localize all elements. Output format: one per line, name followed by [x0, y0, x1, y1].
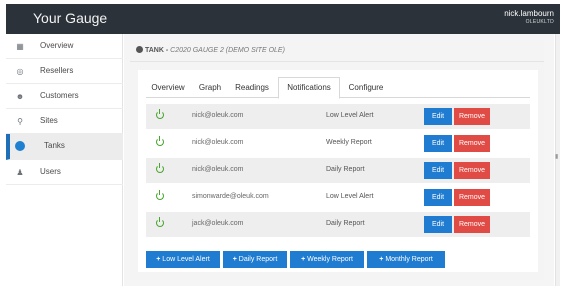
gear-icon [136, 46, 143, 53]
sidebar-item-label: Users [40, 167, 61, 176]
edit-button[interactable]: Edit [424, 135, 452, 152]
sidebar-item-users[interactable]: ♟ Users [6, 160, 123, 185]
notification-row: nick@oleuk.com Low Level Alert Edit Remo… [146, 104, 530, 129]
button-label: Daily Report [238, 256, 278, 263]
remove-button[interactable]: Remove [454, 162, 490, 179]
tank-header: TANK - C2020 GAUGE 2 (DEMO SITE OLE) [130, 40, 544, 62]
tab-content: Overview Graph Readings Notifications Co… [138, 70, 538, 272]
notification-type: Weekly Report [326, 139, 372, 146]
notification-row: nick@oleuk.com Weekly Report Edit Remove [146, 131, 530, 156]
notification-row: nick@oleuk.com Daily Report Edit Remove [146, 158, 530, 183]
user-name[interactable]: nick.lambourn [504, 9, 554, 18]
sidebar-item-label: Tanks [44, 141, 65, 150]
remove-button[interactable]: Remove [454, 108, 490, 125]
tab-notifications[interactable]: Notifications [278, 77, 340, 99]
power-icon[interactable] [156, 136, 164, 146]
notification-email: simonwarde@oleuk.com [192, 193, 269, 200]
page-scrollbar[interactable] [555, 34, 560, 286]
notification-type: Low Level Alert [326, 112, 374, 119]
sidebar-item-resellers[interactable]: ◎ Resellers [6, 59, 123, 84]
add-weekly-report-button[interactable]: + Weekly Report [290, 251, 364, 268]
tank-name: C2020 GAUGE 2 (DEMO SITE OLE) [170, 47, 285, 54]
notification-row: simonwarde@oleuk.com Low Level Alert Edi… [146, 185, 530, 210]
sidebar-item-label: Resellers [40, 66, 74, 75]
notification-email: nick@oleuk.com [192, 112, 244, 119]
user-icon: ♟ [16, 167, 24, 177]
sidebar-item-customers[interactable]: ☻ Customers [6, 84, 123, 109]
add-low-level-alert-button[interactable]: + Low Level Alert [146, 251, 220, 268]
scroll-indicator-icon: ▮ [555, 154, 559, 160]
button-label: Monthly Report [385, 256, 433, 263]
sidebar-item-tanks[interactable]: Tanks [6, 134, 123, 160]
notification-email: nick@oleuk.com [192, 166, 244, 173]
button-label: Weekly Report [307, 256, 353, 263]
map-marker-icon: ⚲ [17, 116, 23, 126]
plus-icon: + [232, 256, 237, 263]
plus-icon: + [379, 256, 384, 263]
tab-readings[interactable]: Readings [230, 78, 274, 98]
plus-icon: + [156, 256, 161, 263]
users-icon: ☻ [15, 91, 25, 101]
notification-row: jack@oleuk.com Daily Report Edit Remove [146, 212, 530, 237]
sidebar-item-sites[interactable]: ⚲ Sites [6, 109, 123, 134]
power-icon[interactable] [156, 163, 164, 173]
globe-icon: ◎ [16, 66, 24, 76]
edit-button[interactable]: Edit [424, 108, 452, 125]
tab-overview[interactable]: Overview [146, 78, 190, 98]
plus-icon: + [301, 256, 306, 263]
edit-button[interactable]: Edit [424, 162, 452, 179]
tab-bar: Overview Graph Readings Notifications Co… [146, 76, 530, 99]
user-org: OLEUKLTD [525, 19, 554, 25]
sidebar: ▦ Overview ◎ Resellers ☻ Customers ⚲ Sit… [6, 34, 123, 286]
tank-panel: TANK - C2020 GAUGE 2 (DEMO SITE OLE) Ove… [130, 40, 544, 280]
sidebar-item-overview[interactable]: ▦ Overview [6, 34, 123, 59]
notification-type: Daily Report [326, 220, 365, 227]
power-icon[interactable] [156, 190, 164, 200]
app-title: Your Gauge [33, 10, 108, 26]
top-bar: Your Gauge nick.lambourn OLEUKLTD [6, 4, 560, 34]
main-content: TANK - C2020 GAUGE 2 (DEMO SITE OLE) Ove… [124, 34, 554, 286]
edit-button[interactable]: Edit [424, 216, 452, 233]
sidebar-item-label: Overview [40, 41, 74, 50]
dashboard-icon: ▦ [16, 41, 24, 51]
sidebar-item-label: Sites [40, 116, 58, 125]
button-label: Low Level Alert [162, 256, 210, 263]
remove-button[interactable]: Remove [454, 135, 490, 152]
notification-type: Daily Report [326, 166, 365, 173]
notification-type: Low Level Alert [326, 193, 374, 200]
tank-icon [14, 140, 26, 152]
tank-title: TANK - C2020 GAUGE 2 (DEMO SITE OLE) [136, 46, 285, 54]
power-icon[interactable] [156, 217, 164, 227]
tab-graph[interactable]: Graph [194, 78, 226, 98]
tab-configure[interactable]: Configure [344, 78, 388, 98]
remove-button[interactable]: Remove [454, 216, 490, 233]
power-icon[interactable] [156, 109, 164, 119]
sidebar-item-label: Customers [40, 91, 79, 100]
tank-prefix: TANK - [145, 47, 171, 54]
edit-button[interactable]: Edit [424, 189, 452, 206]
add-daily-report-button[interactable]: + Daily Report [223, 251, 287, 268]
remove-button[interactable]: Remove [454, 189, 490, 206]
app-window: Your Gauge nick.lambourn OLEUKLTD ▦ Over… [0, 0, 561, 290]
notification-email: jack@oleuk.com [192, 220, 244, 227]
notification-email: nick@oleuk.com [192, 139, 244, 146]
add-monthly-report-button[interactable]: + Monthly Report [367, 251, 445, 268]
